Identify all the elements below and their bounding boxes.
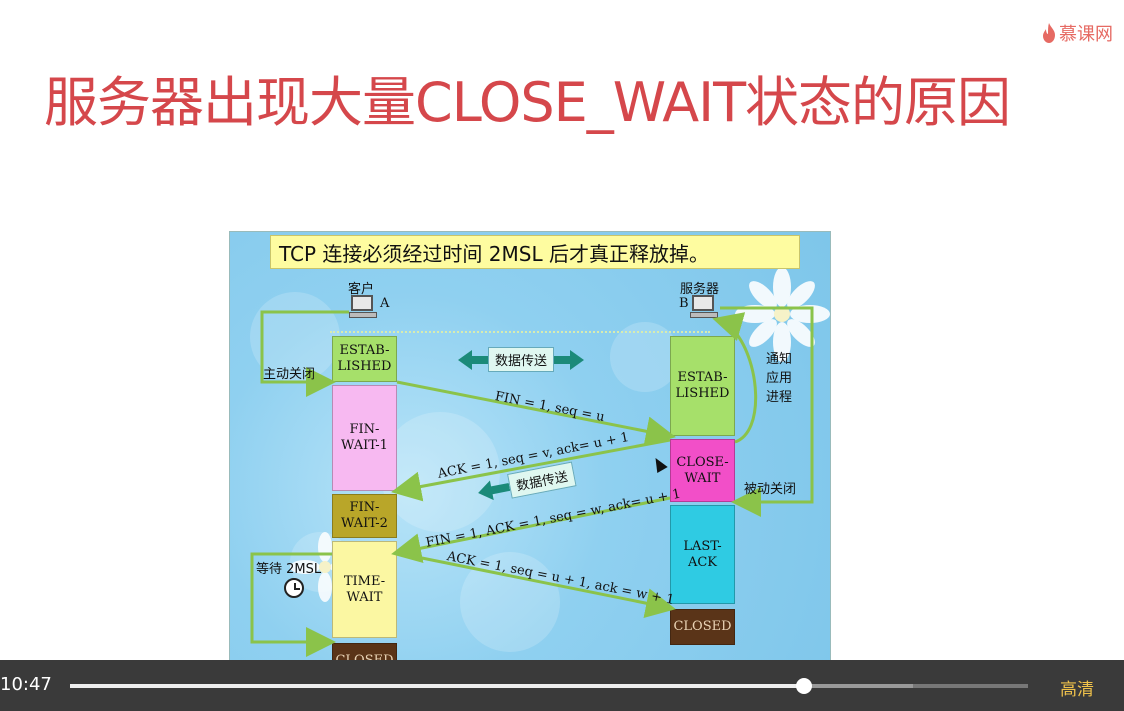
notify-app-label: 通知 应用 进程 — [766, 352, 793, 405]
video-control-bar: 10:47 高清 — [0, 660, 1124, 711]
slide-title: 服务器出现大量CLOSE_WAIT状态的原因 — [44, 71, 1011, 134]
imooc-logo: 慕课网 — [1042, 20, 1113, 46]
current-time: 10:47 — [0, 674, 52, 695]
wait-2msl-label: 等待 2MSL — [256, 562, 322, 577]
left-arrow-icon — [458, 349, 488, 370]
left-arrow-icon — [478, 480, 511, 500]
active-close-label: 主动关闭 — [263, 367, 316, 382]
quality-button[interactable]: 高清 — [1060, 675, 1094, 700]
progress-bar[interactable] — [70, 678, 1028, 694]
tcp-close-diagram: TCP 连接必须经过时间 2MSL 后才真正释放掉。 客户 A 服务器 B ES… — [229, 231, 831, 661]
video-stage: 慕课网 服务器出现大量CLOSE_WAIT状态的原因 TCP 连接必须经过时间 … — [0, 0, 1124, 711]
data-transfer-label-1: 数据传送 — [488, 347, 555, 372]
right-arrow-icon — [554, 349, 585, 370]
clock-icon — [284, 578, 304, 598]
passive-close-label: 被动关闭 — [744, 482, 797, 497]
data-transfer-indicator-1: 数据传送 — [458, 347, 585, 372]
notify-app-line — [712, 312, 758, 444]
logo-text: 慕课网 — [1059, 24, 1113, 45]
seek-handle[interactable] — [795, 678, 812, 694]
played-bar — [70, 684, 804, 688]
flame-icon — [1043, 23, 1055, 43]
message-arrows — [250, 306, 814, 657]
